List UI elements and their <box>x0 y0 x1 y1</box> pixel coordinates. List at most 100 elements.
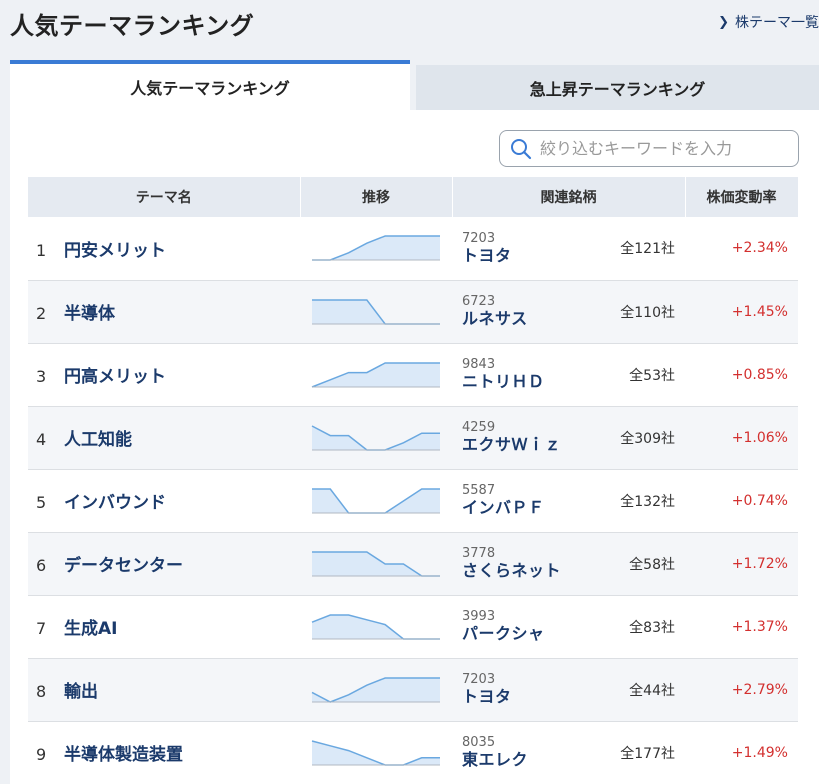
table-row[interactable]: 5 インバウンド 5587 インバＰＦ 全132社 +0.74% <box>28 469 798 533</box>
theme-name-link[interactable]: インバウンド <box>64 493 166 513</box>
theme-cell: 7 生成AI <box>28 595 300 659</box>
stock-code: 8035 <box>462 735 496 750</box>
stock-code: 3778 <box>462 546 496 561</box>
theme-name-link[interactable]: 円高メリット <box>64 367 166 387</box>
theme-cell: 8 輸出 <box>28 658 300 722</box>
stock-name-link[interactable]: ルネサス <box>462 309 528 329</box>
stock-code: 7203 <box>462 230 496 246</box>
stock-code: 9843 <box>462 357 496 372</box>
theme-name-link[interactable]: 半導体 <box>64 304 115 324</box>
theme-name-link[interactable]: 円安メリット <box>64 241 166 261</box>
related-stock-cell: 5587 インバＰＦ 全132社 <box>452 469 685 533</box>
theme-name-link[interactable]: 輸出 <box>64 682 98 702</box>
search-box[interactable] <box>499 130 799 167</box>
stock-name-link[interactable]: パークシャ <box>462 624 545 644</box>
stock-code: 5587 <box>462 483 496 498</box>
rank-number: 9 <box>36 745 47 764</box>
tab-bar: 人気テーマランキング 急上昇テーマランキング <box>10 60 819 110</box>
stock-code: 3993 <box>462 609 496 624</box>
sparkline-area <box>312 362 440 387</box>
table-row[interactable]: 6 データセンター 3778 さくらネット 全58社 +1.72% <box>28 532 798 596</box>
price-change: +1.45% <box>685 280 798 344</box>
theme-name-link[interactable]: 生成AI <box>64 619 117 639</box>
table-row[interactable]: 3 円高メリット 9843 ニトリＨＤ 全53社 +0.85% <box>28 343 798 407</box>
stock-count: 全177社 <box>620 745 675 762</box>
price-change: +1.72% <box>685 532 798 596</box>
column-header-theme: テーマ名 <box>28 177 301 217</box>
price-change: +2.34% <box>685 217 798 281</box>
trend-cell <box>300 595 452 659</box>
sparkline-area <box>312 425 440 450</box>
search-input[interactable] <box>540 139 780 158</box>
related-stock-cell: 3993 パークシャ 全83社 <box>452 595 685 659</box>
related-stock-cell: 3778 さくらネット 全58社 <box>452 532 685 596</box>
theme-name-link[interactable]: データセンター <box>64 556 183 576</box>
stock-count: 全110社 <box>620 304 675 321</box>
table-row[interactable]: 7 生成AI 3993 パークシャ 全83社 +1.37% <box>28 595 798 659</box>
stock-name-link[interactable]: 東エレク <box>462 750 528 770</box>
stock-count: 全132社 <box>620 493 675 510</box>
rank-number: 5 <box>36 493 47 512</box>
stock-count: 全309社 <box>620 430 675 447</box>
theme-cell: 2 半導体 <box>28 280 300 344</box>
theme-cell: 1 円安メリット <box>28 217 300 281</box>
price-change: +1.06% <box>685 406 798 470</box>
related-stock-cell: 9843 ニトリＨＤ 全53社 <box>452 343 685 407</box>
table-header-row: テーマ名 推移 関連銘柄 株価変動率 <box>28 177 799 217</box>
trend-cell <box>300 280 452 344</box>
stock-name-link[interactable]: トヨタ <box>462 687 512 707</box>
tab-popular-ranking[interactable]: 人気テーマランキング <box>10 60 410 110</box>
stock-count: 全121社 <box>620 241 675 258</box>
price-change: +2.79% <box>685 658 798 722</box>
sparkline-area <box>312 614 440 639</box>
sparkline-area <box>312 488 440 513</box>
chevron-right-icon: ❯ <box>718 14 729 30</box>
search-icon <box>511 138 532 159</box>
tab-rising-ranking[interactable]: 急上昇テーマランキング <box>416 65 819 110</box>
trend-sparkline <box>312 298 440 325</box>
stock-name-link[interactable]: ニトリＨＤ <box>462 372 545 392</box>
stock-count: 全44社 <box>629 682 675 699</box>
table-row[interactable]: 2 半導体 6723 ルネサス 全110社 +1.45% <box>28 280 798 344</box>
rank-number: 1 <box>36 240 47 260</box>
stock-count: 全83社 <box>629 619 675 636</box>
table-row[interactable]: 9 半導体製造装置 8035 東エレク 全177社 +1.49% <box>28 721 798 784</box>
page-title: 人気テーマランキング <box>10 12 255 40</box>
table-row[interactable]: 4 人工知能 4259 エクサＷｉｚ 全309社 +1.06% <box>28 406 798 470</box>
stock-name-link[interactable]: さくらネット <box>462 561 561 581</box>
trend-sparkline <box>311 424 440 451</box>
trend-cell <box>300 406 452 470</box>
related-stock-cell: 4259 エクサＷｉｚ 全309社 <box>452 406 685 470</box>
stock-name-link[interactable]: エクサＷｉｚ <box>462 435 561 455</box>
theme-name-link[interactable]: 半導体製造装置 <box>64 745 183 765</box>
stock-name-link[interactable]: トヨタ <box>462 246 512 266</box>
ranking-panel: テーマ名 推移 関連銘柄 株価変動率 1円安メリット7203トヨタ全121社+2… <box>10 110 819 784</box>
theme-cell: 5 インバウンド <box>28 469 300 533</box>
column-header-price-change: 株価変動率 <box>685 177 799 217</box>
related-stock-cell: 6723 ルネサス 全110社 <box>452 280 685 344</box>
stock-code: 7203 <box>462 672 496 687</box>
rank-number: 6 <box>36 556 47 575</box>
table-row[interactable]: 1 円安メリット 7203 トヨタ 全121社 +2.34% <box>28 217 798 281</box>
price-change: +0.85% <box>685 343 798 407</box>
ranking-table: テーマ名 推移 関連銘柄 株価変動率 1 円安メリット 7203 トヨタ 全121社 +2… <box>28 177 799 784</box>
theme-list-link-label: 株テーマ一覧 <box>735 15 819 31</box>
theme-cell: 3 円高メリット <box>28 343 300 407</box>
stock-name-link[interactable]: インバＰＦ <box>462 498 545 518</box>
trend-cell <box>300 343 452 407</box>
theme-list-link[interactable]: ❯ 株テーマ一覧 <box>718 12 819 32</box>
trend-cell <box>300 469 452 533</box>
trend-sparkline <box>311 739 440 766</box>
rank-number: 3 <box>36 367 47 386</box>
theme-name-link[interactable]: 人工知能 <box>64 430 132 450</box>
stock-count: 全53社 <box>629 367 675 384</box>
price-change: +1.49% <box>685 721 798 784</box>
trend-sparkline <box>312 235 440 261</box>
column-header-related-stocks: 関連銘柄 <box>452 177 686 217</box>
trend-sparkline <box>312 487 440 514</box>
trend-sparkline <box>311 361 440 388</box>
trend-cell <box>300 217 452 281</box>
trend-sparkline <box>311 676 440 703</box>
table-row[interactable]: 8 輸出 7203 トヨタ 全44社 +2.79% <box>28 658 798 722</box>
theme-cell: 6 データセンター <box>28 532 300 596</box>
